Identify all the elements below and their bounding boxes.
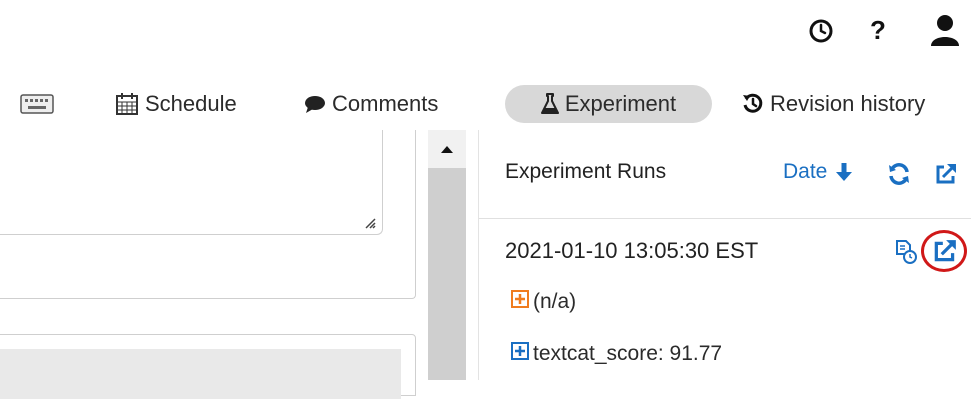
comments-icon [304,94,326,114]
help-question-icon[interactable]: ? [868,14,888,46]
tab-bar: Schedule Comments Experiment Revision hi… [0,82,971,126]
tab-experiment-label: Experiment [564,91,677,116]
expand-plus-icon[interactable] [511,342,529,366]
left-editor-pane [0,130,430,399]
editor-panel [0,130,416,299]
sort-by-date-button[interactable]: Date [783,160,853,184]
run-item-label: (n/a) [533,290,577,313]
sort-label: Date [783,160,828,183]
divider [479,218,971,219]
flask-icon [540,93,559,115]
refresh-icon[interactable] [887,162,911,186]
experiment-runs-title: Experiment Runs [505,160,667,183]
tab-schedule-label: Schedule [145,91,237,116]
tab-comments[interactable]: Comments [304,82,438,126]
run-timestamp: 2021-01-10 13:05:30 EST [505,238,759,263]
calendar-icon [115,92,139,116]
experiment-runs-pane: Experiment Runs Date 2021-01-10 13:05:30… [478,130,971,380]
user-icon[interactable] [930,14,960,46]
tab-experiment[interactable]: Experiment [505,85,712,123]
keyboard-icon [20,93,54,115]
tab-schedule[interactable]: Schedule [115,82,237,126]
external-link-icon[interactable] [934,162,958,186]
top-toolbar: ? [0,0,971,70]
panel-header [0,349,401,399]
resize-handle-icon[interactable] [364,216,376,229]
text-area[interactable] [0,130,383,235]
run-item-textcat-score[interactable]: textcat_score: 91.77 [511,342,722,366]
run-item-label: textcat_score: 91.77 [533,342,723,365]
vertical-scrollbar[interactable] [428,130,466,380]
history-icon [742,93,764,115]
tab-comments-label: Comments [332,91,439,116]
run-item-na[interactable]: (n/a) [511,290,576,314]
expand-plus-icon[interactable] [511,290,529,314]
tab-revision-history-label: Revision history [770,91,926,116]
tab-keyboard[interactable] [20,82,60,126]
second-panel [0,334,416,399]
arrow-down-icon [835,162,853,182]
scroll-up-arrow-icon[interactable] [428,130,466,168]
tab-revision-history[interactable]: Revision history [742,82,925,126]
document-clock-icon[interactable] [895,240,917,264]
highlight-circle [921,230,967,272]
clock-icon[interactable] [808,18,834,44]
